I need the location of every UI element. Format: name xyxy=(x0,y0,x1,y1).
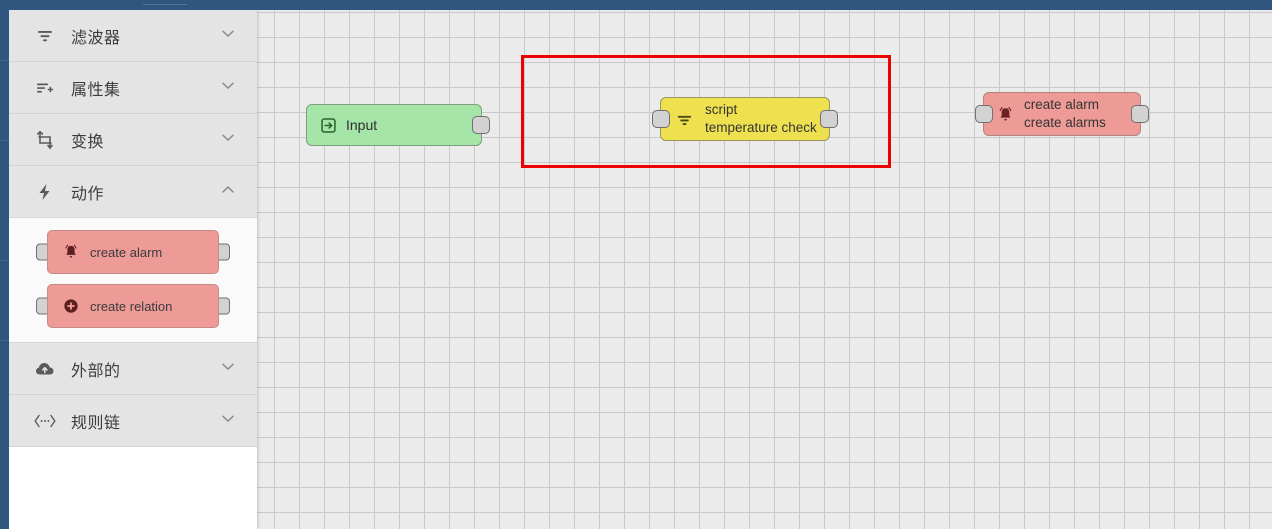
palette-group-header-filter[interactable]: 滤波器 xyxy=(9,10,257,62)
canvas-node-input[interactable]: Input xyxy=(306,104,490,146)
transform-icon xyxy=(31,130,59,150)
palette-group-action: 动作 create alarm create relation xyxy=(9,166,257,343)
node-port-left[interactable] xyxy=(652,110,670,128)
canvas-node-create-alarm[interactable]: create alarm create alarms xyxy=(975,92,1149,136)
node-port-left[interactable] xyxy=(975,105,993,123)
node-port-right[interactable] xyxy=(820,110,838,128)
palette-group-label: 动作 xyxy=(71,185,105,203)
palette-group-label: 属性集 xyxy=(71,81,121,99)
chevron-up-icon[interactable] xyxy=(219,180,237,203)
canvas-node-name-label: create alarms xyxy=(1024,115,1106,130)
palette-chip-label: create relation xyxy=(90,298,173,314)
palette-group-header-external[interactable]: 外部的 xyxy=(9,343,257,395)
palette-group-label: 滤波器 xyxy=(71,29,121,47)
chevron-down-icon[interactable] xyxy=(219,24,237,47)
palette-group-header-action[interactable]: 动作 xyxy=(9,166,257,218)
palette-chip[interactable]: create alarm xyxy=(47,230,219,274)
rail-tick xyxy=(0,60,9,61)
canvas-node-label: Input xyxy=(346,117,378,133)
code-arrows-icon xyxy=(31,411,59,431)
chevron-down-icon[interactable] xyxy=(219,357,237,380)
node-port-right[interactable] xyxy=(1131,105,1149,123)
rail-tick xyxy=(0,340,9,341)
node-port-right[interactable] xyxy=(472,116,490,134)
canvas-node-text: create alarm create alarms xyxy=(1024,96,1106,132)
cloud-upload-icon xyxy=(31,359,59,379)
node-palette-sidebar[interactable]: 滤波器 属性集 变换 动作 create alarm create relati… xyxy=(9,10,257,529)
rule-chain-editor: 滤波器 属性集 变换 动作 create alarm create relati… xyxy=(0,0,1272,529)
palette-group-transformation: 变换 xyxy=(9,114,257,166)
bell-icon xyxy=(996,105,1015,124)
palette-group-header-transformation[interactable]: 变换 xyxy=(9,114,257,166)
palette-group-label: 规则链 xyxy=(71,414,121,432)
palette-item-create-relation[interactable]: create relation xyxy=(9,284,257,328)
app-top-bar xyxy=(0,0,1272,10)
palette-group-external: 外部的 xyxy=(9,343,257,395)
chevron-down-icon[interactable] xyxy=(219,76,237,99)
palette-group-label: 外部的 xyxy=(71,362,121,380)
top-bar-divider xyxy=(143,4,187,5)
palette-group-header-enrichment[interactable]: 属性集 xyxy=(9,62,257,114)
lightning-bolt-icon xyxy=(31,182,59,202)
canvas-node-type-label: script xyxy=(705,101,738,117)
palette-chip[interactable]: create relation xyxy=(47,284,219,328)
palette-group-label: 变换 xyxy=(71,133,105,151)
canvas-node-script[interactable]: script temperature check xyxy=(652,97,838,141)
chevron-down-icon[interactable] xyxy=(219,128,237,151)
palette-item-create-alarm[interactable]: create alarm xyxy=(9,230,257,274)
bell-icon xyxy=(62,243,80,261)
palette-group-enrichment: 属性集 xyxy=(9,62,257,114)
filter-icon xyxy=(31,26,59,46)
palette-group-flow: 规则链 xyxy=(9,395,257,447)
palette-group-body-action: create alarm create relation xyxy=(9,218,257,343)
palette-chip-label: create alarm xyxy=(90,244,163,260)
input-arrow-icon xyxy=(319,116,338,135)
plus-circle-icon xyxy=(62,297,80,315)
canvas-node-name-label: temperature check xyxy=(705,120,817,135)
rail-tick xyxy=(0,260,9,261)
attribute-add-icon xyxy=(31,78,59,98)
rail-tick xyxy=(0,140,9,141)
left-nav-rail[interactable] xyxy=(0,10,9,529)
filter-icon xyxy=(675,110,694,129)
palette-group-filter: 滤波器 xyxy=(9,10,257,62)
canvas-node-text: script temperature check xyxy=(705,101,817,137)
palette-group-header-flow[interactable]: 规则链 xyxy=(9,395,257,447)
canvas-node-type-label: create alarm xyxy=(1024,96,1100,112)
chevron-down-icon[interactable] xyxy=(219,409,237,432)
